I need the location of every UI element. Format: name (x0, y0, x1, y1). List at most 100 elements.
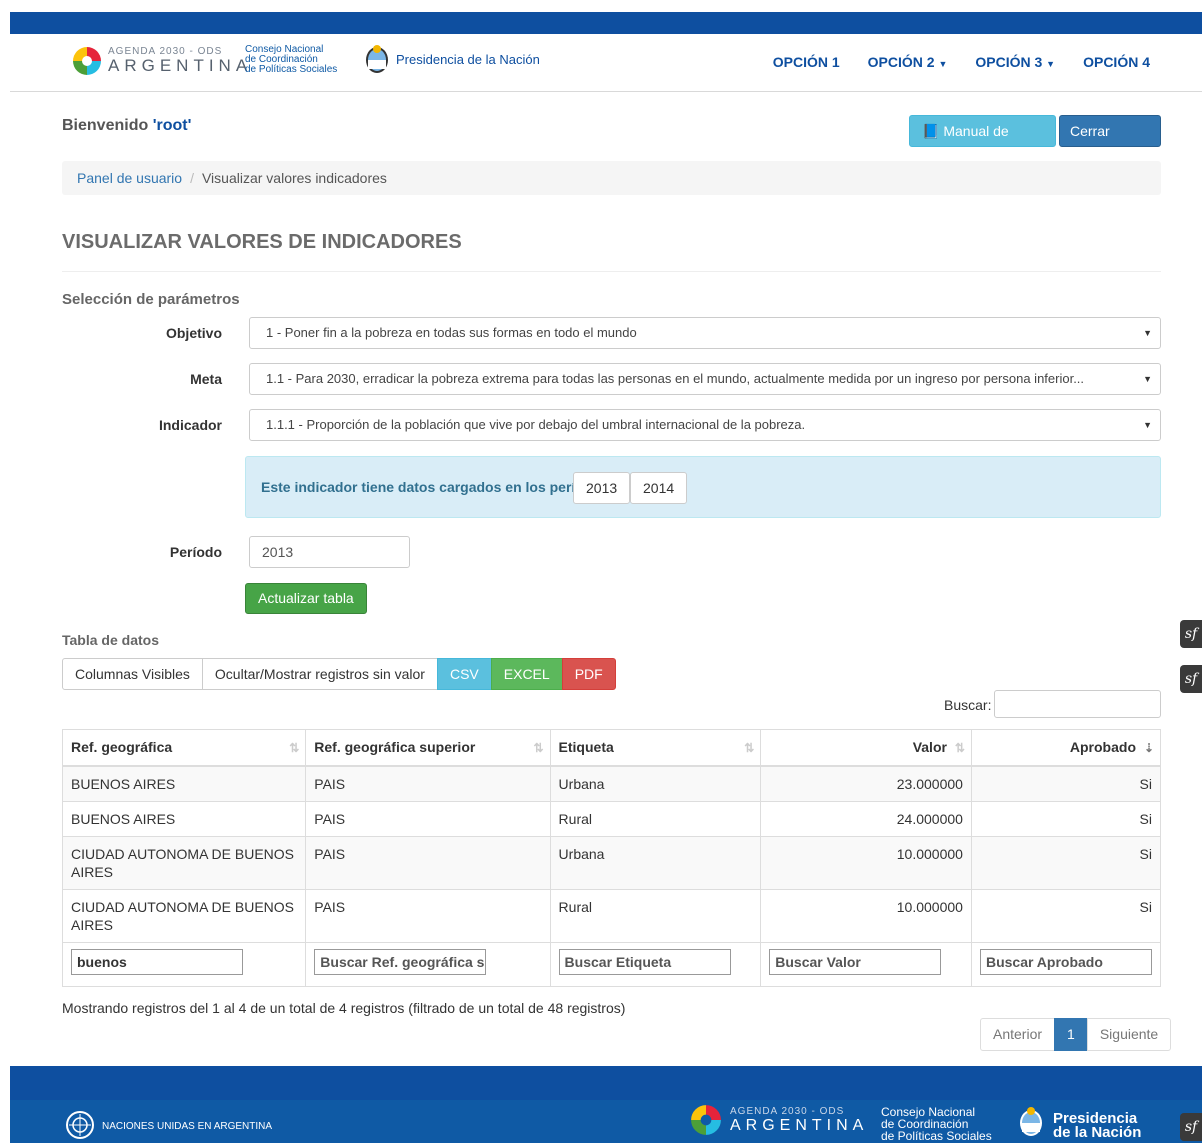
filter-etiqueta-input[interactable]: Buscar Etiqueta (558, 948, 731, 975)
pagination-next[interactable]: Siguiente (1086, 1018, 1172, 1051)
column-header-etiqueta[interactable]: Etiqueta ⇅ (549, 729, 762, 766)
cell-ref-geografica-superior: PAIS (305, 888, 551, 943)
cell-etiqueta: Rural (549, 800, 762, 837)
un-emblem-icon (66, 1111, 94, 1139)
national-shield-icon (366, 45, 388, 73)
footer-ods-tagline: AGENDA 2030 - ODS (730, 1106, 845, 1117)
cell-aprobado: Si (970, 888, 1162, 943)
filter-ref-geografica-superior-input[interactable]: Buscar Ref. geográfica supe (314, 948, 487, 975)
top-stripe (10, 12, 1202, 34)
filter-cell: Buscar Etiqueta (549, 941, 762, 987)
un-argentina-text: NACIONES UNIDAS EN ARGENTINA (102, 1121, 273, 1132)
cell-ref-geografica-superior: PAIS (305, 800, 551, 837)
filter-ref-geografica-input[interactable]: buenos (71, 948, 243, 975)
objetivo-selected-value: 1 - Poner fin a la pobreza en todas sus … (266, 325, 637, 340)
toggle-empty-rows-button[interactable]: Ocultar/Mostrar registros sin valor (201, 658, 438, 690)
footer-ods-wordmark: ARGENTINA (730, 1117, 869, 1134)
footer-presidencia-line-2: de la Nación (1053, 1124, 1142, 1141)
consejo-line-3: de Políticas Sociales (245, 64, 338, 75)
cell-aprobado: Si (970, 835, 1162, 890)
column-header-aprobado[interactable]: Aprobado ⇣ (970, 729, 1162, 766)
periodo-label: Período (169, 544, 222, 560)
cell-valor: 10.000000 (760, 835, 972, 890)
select-caret-icon: ▼ (1143, 328, 1152, 338)
cell-aprobado: Si (970, 800, 1162, 837)
sort-desc-icon: ⇣ (1143, 741, 1154, 755)
filter-cell: buenos (61, 941, 307, 987)
filter-valor-input[interactable]: Buscar Valor (769, 948, 942, 975)
sort-icon: ⇅ (954, 741, 965, 755)
sort-icon: ⇅ (533, 741, 544, 755)
user-manual-button[interactable]: 📘 Manual de usuario (909, 115, 1056, 169)
caret-down-icon: ▼ (938, 59, 948, 69)
pagination-page-1[interactable]: 1 (1054, 1018, 1088, 1051)
export-excel-button[interactable]: EXCEL (490, 658, 563, 690)
ods-wheel-icon (691, 1105, 721, 1135)
column-header-ref-geografica-superior[interactable]: Ref. geográfica superior ⇅ (305, 729, 551, 766)
period-button-2013[interactable]: 2013 (573, 472, 631, 504)
cell-ref-geografica-superior: PAIS (305, 835, 551, 890)
title-divider (62, 271, 1161, 272)
cell-ref-geografica: CIUDAD AUTONOMA DE BUENOS AIRES (61, 835, 307, 890)
cell-valor: 24.000000 (760, 800, 972, 837)
filter-cell: Buscar Aprobado (970, 941, 1162, 987)
symfony-toolbar-icon[interactable]: sf (1180, 1113, 1202, 1141)
indicador-selected-value: 1.1.1 - Proporción de la población que v… (266, 417, 806, 432)
nav-option-2[interactable]: OPCIÓN 2 ▼ (868, 48, 948, 78)
cell-ref-geografica: BUENOS AIRES (61, 800, 307, 837)
cell-ref-geografica: CIUDAD AUTONOMA DE BUENOS AIRES (61, 888, 307, 943)
table-row: CIUDAD AUTONOMA DE BUENOS AIRES PAIS Rur… (61, 888, 1162, 943)
table-info: Mostrando registros del 1 al 4 de un tot… (62, 1000, 626, 1016)
meta-select[interactable]: 1.1 - Para 2030, erradicar la pobreza ex… (249, 363, 1161, 395)
data-table: Ref. geográfica ⇅ Ref. geográfica superio… (61, 729, 1162, 987)
indicador-select[interactable]: 1.1.1 - Proporción de la población que v… (249, 409, 1161, 441)
filter-cell: Buscar Ref. geográfica supe (305, 941, 551, 987)
periodo-input[interactable]: 2013 (249, 536, 410, 568)
breadcrumb: Panel de usuario / Visualizar valores indi… (62, 161, 1161, 195)
objetivo-select[interactable]: 1 - Poner fin a la pobreza en todas sus … (249, 317, 1161, 349)
table-row: BUENOS AIRES PAIS Rural 24.000000 Si (61, 800, 1162, 837)
nav-option-3[interactable]: OPCIÓN 3 ▼ (975, 48, 1055, 78)
cell-aprobado: Si (970, 765, 1162, 802)
cell-valor: 23.000000 (760, 765, 972, 802)
book-icon: 📘 (922, 123, 940, 139)
filter-aprobado-input[interactable]: Buscar Aprobado (979, 948, 1152, 975)
table-row: BUENOS AIRES PAIS Urbana 23.000000 Si (61, 765, 1162, 802)
visible-columns-button[interactable]: Columnas Visibles (62, 658, 203, 690)
consejo-logo-text[interactable]: Consejo Nacional de Coordinación de Polí… (245, 45, 337, 75)
symfony-toolbar-icon[interactable]: sf (1180, 665, 1202, 693)
update-table-button[interactable]: Actualizar tabla (245, 583, 367, 614)
table-toolbar: Columnas Visibles Ocultar/Mostrar regist… (62, 658, 616, 690)
column-header-ref-geografica[interactable]: Ref. geográfica ⇅ (61, 729, 307, 766)
period-button-2014[interactable]: 2014 (630, 472, 688, 504)
welcome-prefix: Bienvenido (62, 117, 153, 134)
presidencia-link[interactable]: Presidencia de la Nación (396, 52, 540, 67)
select-caret-icon: ▼ (1143, 420, 1152, 430)
page-title: VISUALIZAR VALORES DE INDICADORES (62, 231, 462, 253)
sort-icon: ⇅ (289, 741, 300, 755)
cell-etiqueta: Urbana (549, 835, 762, 890)
ods-wordmark: ARGENTINA (108, 56, 253, 75)
pagination-previous[interactable]: Anterior (980, 1018, 1056, 1051)
pagination: Anterior 1 Siguiente (980, 1018, 1172, 1051)
nav-option-1[interactable]: OPCIÓN 1 (773, 48, 840, 78)
breadcrumb-current: Visualizar valores indicadores (201, 170, 387, 186)
main-nav: OPCIÓN 1 OPCIÓN 2 ▼ OPCIÓN 3 ▼ OPCIÓN 4 (745, 48, 1150, 78)
column-header-valor[interactable]: Valor ⇅ (760, 729, 972, 766)
footer-consejo-text: Consejo Nacional de Coordinación de Polí… (881, 1106, 992, 1142)
meta-label: Meta (190, 371, 222, 387)
symfony-toolbar-icon[interactable]: sf (1180, 620, 1202, 648)
select-caret-icon: ▼ (1143, 374, 1152, 384)
export-csv-button[interactable]: CSV (436, 658, 492, 690)
welcome-message: Bienvenido 'root' (62, 117, 191, 135)
export-pdf-button[interactable]: PDF (561, 658, 616, 690)
ods-argentina-logo[interactable]: AGENDA 2030 - ODS ARGENTINA (72, 42, 247, 80)
breadcrumb-home-link[interactable]: Panel de usuario (77, 170, 182, 186)
nav-option-4[interactable]: OPCIÓN 4 (1083, 48, 1150, 78)
filter-cell: Buscar Valor (760, 941, 972, 987)
logout-button[interactable]: Cerrar sesión (1059, 115, 1161, 169)
table-section-title: Tabla de datos (62, 632, 159, 648)
cell-ref-geografica: BUENOS AIRES (61, 765, 307, 802)
periods-alert: Este indicador tiene datos cargados en l… (245, 456, 1161, 518)
table-search-input[interactable] (994, 690, 1161, 718)
